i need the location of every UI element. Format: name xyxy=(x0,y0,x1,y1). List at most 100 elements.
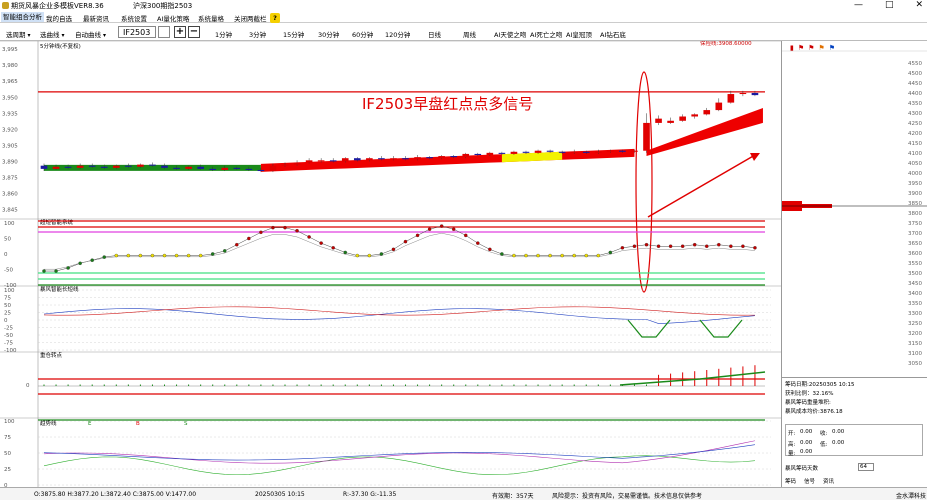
candle-body xyxy=(185,166,192,169)
candle-body xyxy=(619,150,626,152)
panel3-red-line xyxy=(43,306,755,316)
period-15min[interactable]: 15分钟 xyxy=(283,29,304,39)
period-3min[interactable]: 3分钟 xyxy=(249,29,266,39)
period-120min[interactable]: 120分钟 xyxy=(385,29,410,39)
signal-dot xyxy=(729,244,733,248)
code-dropdown[interactable] xyxy=(158,26,170,38)
side-tick-label: 4550 xyxy=(908,61,922,67)
help-button[interactable]: ? xyxy=(270,13,280,23)
ai-death-kiss[interactable]: AI死亡之吻 xyxy=(530,29,562,39)
signal-dot xyxy=(524,253,528,258)
ai-diamond-bottom[interactable]: AI钻石底 xyxy=(600,29,626,39)
y-tick-label: 3,965 xyxy=(2,79,18,85)
signal-dot xyxy=(307,235,311,239)
close-label: 收: xyxy=(820,431,828,437)
candle-body xyxy=(727,94,735,103)
ai-angel-kiss[interactable]: AI天使之吻 xyxy=(494,29,526,39)
menu-item-ai-strategy[interactable]: AI量化策略 xyxy=(157,13,189,23)
signal-dot xyxy=(476,241,480,245)
tab-chips[interactable]: 筹码 xyxy=(785,477,796,485)
signal-dot xyxy=(608,250,613,255)
auto-curve-select[interactable]: 自动曲线 xyxy=(75,29,106,39)
volume-value: 0.00 xyxy=(800,449,813,455)
side-tick-label: 3700 xyxy=(908,231,922,237)
candle-body xyxy=(281,164,289,166)
marker-e: E xyxy=(88,421,92,427)
candle-body xyxy=(366,158,373,161)
panel3-tick: 25 xyxy=(4,311,11,317)
candle-body xyxy=(402,158,409,160)
chip-days-select[interactable]: 64 xyxy=(858,463,874,471)
ohlc-grid: 开: 0.00 收: 0.00 高: 0.00 低: 0.00 量: 0.00 xyxy=(785,424,923,457)
minimize-button[interactable]: — xyxy=(854,0,863,11)
ai-crown-top[interactable]: AI皇冠顶 xyxy=(566,29,592,39)
menu-bar: 智能组合分析 我的自选 最新资讯 系统设置 AI量化策略 系统量格 关闭两截栏 … xyxy=(0,11,927,23)
period-30min[interactable]: 30分钟 xyxy=(318,29,339,39)
signal-dot xyxy=(78,261,82,266)
maximize-button[interactable]: □ xyxy=(885,0,894,11)
status-brand: 金水潭科技 xyxy=(896,493,927,500)
low-label: 低: xyxy=(820,442,828,448)
chart-area[interactable]: 5分钟线(不复权) 3,995 3,980 3,965 3,950 3,935 3,920 3… xyxy=(0,39,781,489)
signal-dot xyxy=(247,236,251,241)
contract-code-input[interactable]: IF2503 xyxy=(118,26,156,38)
signal-dot xyxy=(705,244,709,248)
candle-body xyxy=(64,166,72,168)
side-tick-label: 3150 xyxy=(908,341,922,347)
candle-body xyxy=(655,118,662,123)
period-60min[interactable]: 60分钟 xyxy=(352,29,373,39)
tab-news[interactable]: 资讯 xyxy=(823,477,834,485)
line-select[interactable]: 选曲线 xyxy=(40,29,65,39)
signal-dot xyxy=(295,228,299,233)
candle-body xyxy=(582,151,590,153)
side-tick-label: 4500 xyxy=(908,71,922,77)
signal-dot xyxy=(150,253,155,258)
candle-body xyxy=(329,160,337,162)
zoom-in-button[interactable]: + xyxy=(174,26,186,38)
period-1min[interactable]: 1分钟 xyxy=(215,29,232,39)
candle-body xyxy=(137,164,144,167)
tab-signals[interactable]: 信号 xyxy=(804,477,815,485)
side-tick-label: 4350 xyxy=(908,101,922,107)
period-week[interactable]: 周线 xyxy=(463,29,476,39)
menu-item-close-panels[interactable]: 关闭两截栏 xyxy=(234,13,267,23)
panel3-label: 暴风智能长短线 xyxy=(40,285,79,293)
zoom-out-button[interactable]: − xyxy=(188,26,200,38)
candle-body xyxy=(305,160,313,163)
side-tick-label: 4450 xyxy=(908,81,922,87)
side-tick-label: 3350 xyxy=(908,301,922,307)
side-tick-label: 3950 xyxy=(908,181,922,187)
y-tick-label: 3,995 xyxy=(2,47,18,53)
signal-dot xyxy=(680,244,685,248)
menu-item-smart-combo[interactable]: 智能组合分析 xyxy=(1,12,44,22)
side-tick-label: 3800 xyxy=(908,211,922,217)
side-tick-label: 3100 xyxy=(908,351,922,357)
menu-item-system[interactable]: 系统量格 xyxy=(198,13,224,23)
candle-body xyxy=(474,153,482,155)
guard-line-label: 保险线:3908.60000 xyxy=(700,41,752,47)
side-tick-label: 4200 xyxy=(908,131,922,137)
candle-body xyxy=(679,116,686,121)
signal-dot xyxy=(126,253,131,258)
toolbar: 选周期 选曲线 自动曲线 IF2503 + − 1分钟 3分钟 15分钟 30分… xyxy=(0,24,927,41)
chart-svg[interactable]: 5分钟线(不复权) 3,995 3,980 3,965 3,950 3,935 3,920 3… xyxy=(0,39,781,489)
side-tick-label: 4050 xyxy=(908,161,922,167)
signal-dot xyxy=(741,244,745,248)
side-tick-label: 4250 xyxy=(908,121,922,127)
signal-dot xyxy=(620,246,625,250)
menu-item-news[interactable]: 最新资讯 xyxy=(83,13,109,23)
period-day[interactable]: 日线 xyxy=(428,29,441,39)
candle-body xyxy=(715,102,723,111)
menu-item-settings[interactable]: 系统设置 xyxy=(121,13,147,23)
panel5-tick: 25 xyxy=(4,467,11,473)
candle-body xyxy=(197,166,204,169)
signal-dot xyxy=(403,239,408,244)
candle-body xyxy=(498,152,506,154)
close-button[interactable]: ✕ xyxy=(915,0,923,11)
candle-body xyxy=(667,120,674,123)
panel5-tick: 75 xyxy=(4,435,11,441)
menu-item-watchlist[interactable]: 我的自选 xyxy=(46,13,72,23)
period-select[interactable]: 选周期 xyxy=(6,29,31,39)
y-tick-label: 3,920 xyxy=(2,127,18,133)
side-tick-label: 3550 xyxy=(908,261,922,267)
